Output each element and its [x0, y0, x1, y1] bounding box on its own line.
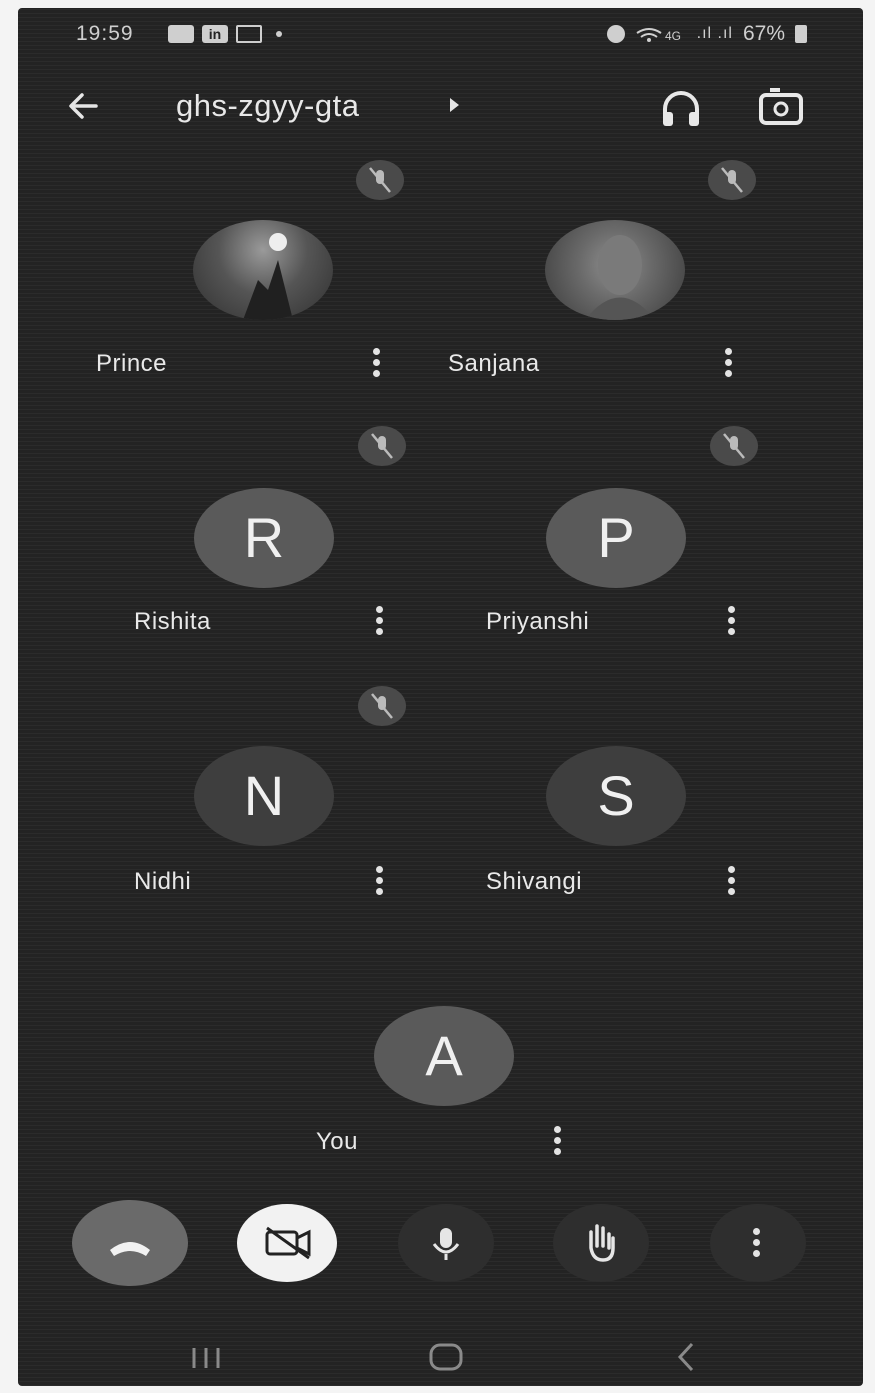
- mail-icon: [236, 25, 262, 43]
- wifi-icon: 4G: [636, 28, 681, 43]
- mic-off-icon: [358, 686, 406, 726]
- participant-tile[interactable]: Sanjana: [430, 158, 782, 398]
- participant-name: Nidhi: [134, 868, 192, 895]
- system-nav-bar: [18, 1328, 863, 1386]
- notification-dot-icon: [276, 31, 282, 37]
- recent-apps-icon[interactable]: [186, 1342, 226, 1374]
- notification-icons: in: [168, 25, 282, 43]
- battery-icon: [795, 25, 807, 43]
- back-arrow-icon[interactable]: [64, 86, 104, 126]
- more-vert-icon[interactable]: [723, 348, 733, 380]
- status-right: 4G .ıl .ıl 67%: [606, 22, 807, 46]
- participant-tile[interactable]: S Shivangi: [468, 678, 782, 918]
- more-vert-icon: [753, 1228, 760, 1261]
- avatar-initial: S: [546, 746, 686, 846]
- status-time: 19:59: [76, 22, 134, 45]
- microphone-button[interactable]: [398, 1204, 494, 1282]
- participant-name: Sanjana: [448, 350, 540, 377]
- phone-screen: 19:59 in 4G .ıl .ıl 67% ghs-zgyy-gta Pri…: [18, 8, 863, 1386]
- mic-off-icon: [358, 426, 406, 466]
- switch-camera-icon[interactable]: [756, 84, 806, 132]
- alarm-icon: [606, 25, 625, 43]
- mic-off-icon: [708, 160, 756, 200]
- more-vert-icon[interactable]: [374, 606, 384, 638]
- participant-tile[interactable]: Prince: [78, 158, 430, 398]
- camera-toggle-button[interactable]: [237, 1204, 337, 1282]
- avatar-initial: R: [194, 488, 334, 588]
- mic-off-icon: [710, 426, 758, 466]
- participant-name: Priyanshi: [486, 608, 590, 635]
- avatar-initial: A: [374, 1006, 514, 1106]
- participant-name: Prince: [96, 350, 168, 377]
- message-icon: [168, 25, 194, 43]
- chevron-right-icon[interactable]: [450, 98, 459, 112]
- participant-name: Shivangi: [486, 868, 583, 895]
- self-tile[interactable]: A You: [286, 938, 606, 1178]
- mic-off-icon: [356, 160, 404, 200]
- avatar-photo: [545, 220, 685, 320]
- avatar-initial: P: [546, 488, 686, 588]
- hand-icon: [589, 1224, 615, 1262]
- more-vert-icon[interactable]: [374, 866, 384, 898]
- raise-hand-button[interactable]: [553, 1204, 649, 1282]
- status-bar: 19:59 in 4G .ıl .ıl 67%: [18, 8, 863, 60]
- home-icon[interactable]: [426, 1340, 466, 1374]
- more-vert-icon[interactable]: [371, 348, 381, 380]
- svg-text:4G: 4G: [665, 29, 681, 43]
- more-options-button[interactable]: [710, 1204, 806, 1282]
- phone-hangup-icon: [110, 1242, 150, 1256]
- camera-off-icon: [265, 1226, 311, 1260]
- more-vert-icon[interactable]: [726, 606, 736, 638]
- avatar-initial: N: [194, 746, 334, 846]
- signal-icon: .ıl .ıl: [696, 25, 733, 42]
- meeting-header: ghs-zgyy-gta: [18, 76, 863, 146]
- back-nav-icon[interactable]: [672, 1340, 702, 1374]
- meeting-code[interactable]: ghs-zgyy-gta: [176, 88, 359, 124]
- participant-name: Rishita: [134, 608, 211, 635]
- linkedin-icon: in: [202, 25, 228, 43]
- avatar-photo: [193, 220, 333, 320]
- participant-tile[interactable]: P Priyanshi: [468, 418, 782, 658]
- participant-tile[interactable]: R Rishita: [116, 418, 430, 658]
- more-vert-icon[interactable]: [726, 866, 736, 898]
- end-call-button[interactable]: [72, 1200, 188, 1286]
- audio-output-icon[interactable]: [658, 86, 704, 132]
- call-controls: [18, 1198, 863, 1298]
- participant-name: You: [316, 1128, 358, 1155]
- participant-tile[interactable]: N Nidhi: [116, 678, 430, 918]
- mic-icon: [432, 1228, 460, 1260]
- more-vert-icon[interactable]: [552, 1126, 562, 1158]
- battery-percent: 67%: [742, 22, 785, 45]
